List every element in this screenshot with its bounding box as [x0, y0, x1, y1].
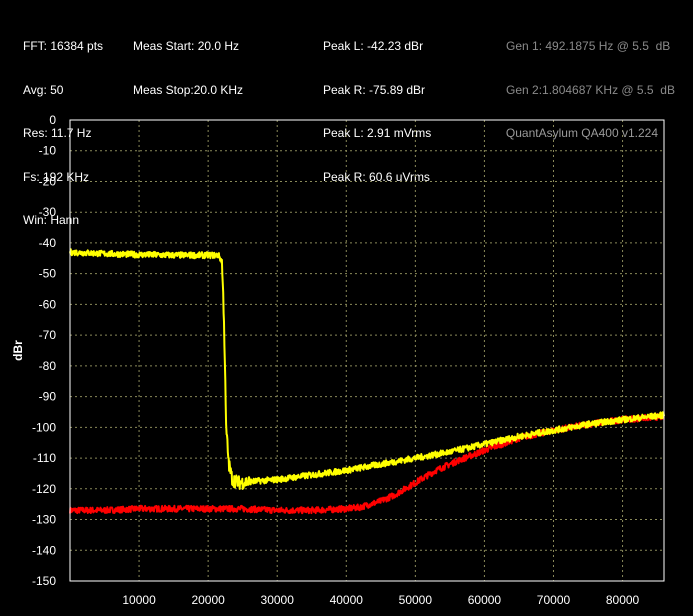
y-tick-label: 0 [49, 113, 56, 127]
y-tick-label: -70 [39, 328, 57, 342]
series-lines [69, 248, 665, 515]
spectrum-chart: 0 -10 -20 -30 -40 -50 -60 -70 -80 -90 -100 -110 -120… [11, 113, 665, 607]
y-tick-label: -60 [39, 297, 57, 311]
x-tick-label: 30000 [261, 593, 295, 607]
x-tick-label: 20000 [191, 593, 225, 607]
x-tick-label: 50000 [399, 593, 433, 607]
y-tick-label: -40 [39, 236, 57, 250]
x-tick-label: 70000 [537, 593, 571, 607]
watermark-label: QuantAsylum QA400 v1.224 [506, 126, 658, 140]
y-tick-label: -110 [33, 451, 56, 465]
y-tick-label: -20 [39, 174, 57, 188]
series-left-line [69, 248, 665, 490]
y-tick-label: -50 [39, 267, 57, 281]
y-tick-label: -130 [32, 513, 56, 527]
x-tick-label: 40000 [330, 593, 364, 607]
y-tick-label: -90 [39, 390, 57, 404]
y-tick-label: -150 [32, 574, 56, 588]
y-tick-label: -100 [32, 420, 56, 434]
y-tick-labels: 0 -10 -20 -30 -40 -50 -60 -70 -80 -90 -100 -110 -120… [32, 113, 56, 588]
y-tick-label: -140 [32, 543, 56, 557]
y-tick-label: -30 [39, 205, 57, 219]
x-tick-label: 10000 [122, 593, 156, 607]
y-tick-label: -10 [39, 144, 57, 158]
y-axis-label: dBr [11, 340, 25, 361]
y-tick-label: -80 [39, 359, 57, 373]
x-tick-labels: 10000 20000 30000 40000 50000 60000 70000 80000 [122, 593, 639, 607]
x-tick-label: 60000 [468, 593, 502, 607]
y-tick-label: -120 [32, 482, 56, 496]
x-tick-label: 80000 [606, 593, 640, 607]
